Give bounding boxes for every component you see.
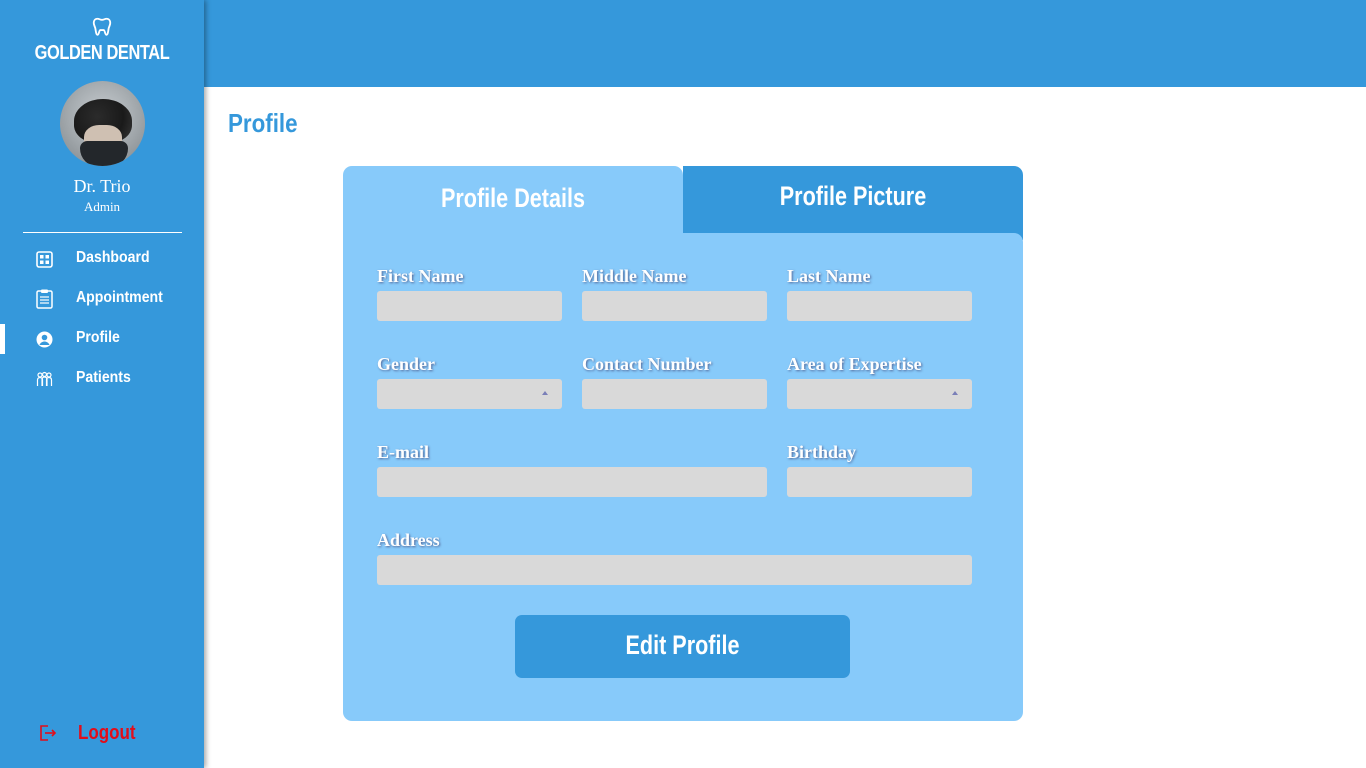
brand-name: GOLDEN DENTAL (34, 42, 170, 64)
dashboard-grid-icon (36, 251, 53, 268)
middle-name-label: Middle Name (582, 266, 687, 286)
tab-profile-picture[interactable]: Profile Picture (683, 166, 1023, 240)
avatar (60, 81, 145, 166)
email-label: E-mail (377, 442, 429, 462)
sidebar-item-label: Appointment (76, 289, 163, 306)
page-title: Profile (228, 108, 298, 138)
top-bar (204, 0, 1366, 87)
profile-form: First Name Middle Name Last Name Gender … (343, 233, 1023, 721)
sidebar-item-label: Profile (76, 329, 120, 346)
sidebar-item-label: Patients (76, 369, 131, 386)
sidebar-item-patients[interactable]: Patients (0, 364, 204, 394)
gender-select[interactable] (377, 379, 562, 409)
first-name-field[interactable] (377, 291, 562, 321)
caret-up-icon (542, 391, 548, 395)
clipboard-icon (36, 289, 53, 309)
edit-profile-button[interactable]: Edit Profile (515, 615, 850, 678)
profile-card: Profile Picture First Name Middle Name L… (343, 166, 1023, 721)
logout-button[interactable]: Logout (0, 718, 204, 750)
sidebar-item-appointment[interactable]: Appointment (0, 284, 204, 314)
group-icon (36, 371, 53, 386)
logout-icon (40, 725, 57, 741)
area-of-expertise-label: Area of Expertise (787, 354, 922, 374)
user-name: Dr. Trio (73, 176, 131, 196)
gender-label: Gender (377, 354, 435, 374)
user-role: Admin (83, 199, 121, 214)
sidebar-item-label: Dashboard (76, 249, 150, 266)
middle-name-field[interactable] (582, 291, 767, 321)
tab-profile-details[interactable]: Profile Details (343, 166, 683, 246)
last-name-field[interactable] (787, 291, 972, 321)
contact-number-field[interactable] (582, 379, 767, 409)
last-name-label: Last Name (787, 266, 871, 286)
address-label: Address (377, 530, 440, 550)
logout-label: Logout (78, 722, 136, 744)
edit-profile-label: Edit Profile (625, 630, 740, 660)
sidebar: GOLDEN DENTAL Dr. Trio Admin Dashboard A… (0, 0, 204, 768)
active-indicator (0, 324, 5, 354)
tab-label: Profile Picture (779, 181, 927, 211)
area-of-expertise-select[interactable] (787, 379, 972, 409)
first-name-label: First Name (377, 266, 464, 286)
user-circle-icon (36, 331, 53, 348)
birthday-label: Birthday (787, 442, 857, 462)
tab-label: Profile Details (440, 183, 586, 213)
tooth-icon (92, 17, 112, 36)
sidebar-divider (23, 232, 182, 233)
email-field[interactable] (377, 467, 767, 497)
sidebar-item-profile[interactable]: Profile (0, 324, 204, 354)
address-field[interactable] (377, 555, 972, 585)
caret-up-icon (952, 391, 958, 395)
birthday-field[interactable] (787, 467, 972, 497)
contact-number-label: Contact Number (582, 354, 712, 374)
sidebar-item-dashboard[interactable]: Dashboard (0, 244, 204, 274)
